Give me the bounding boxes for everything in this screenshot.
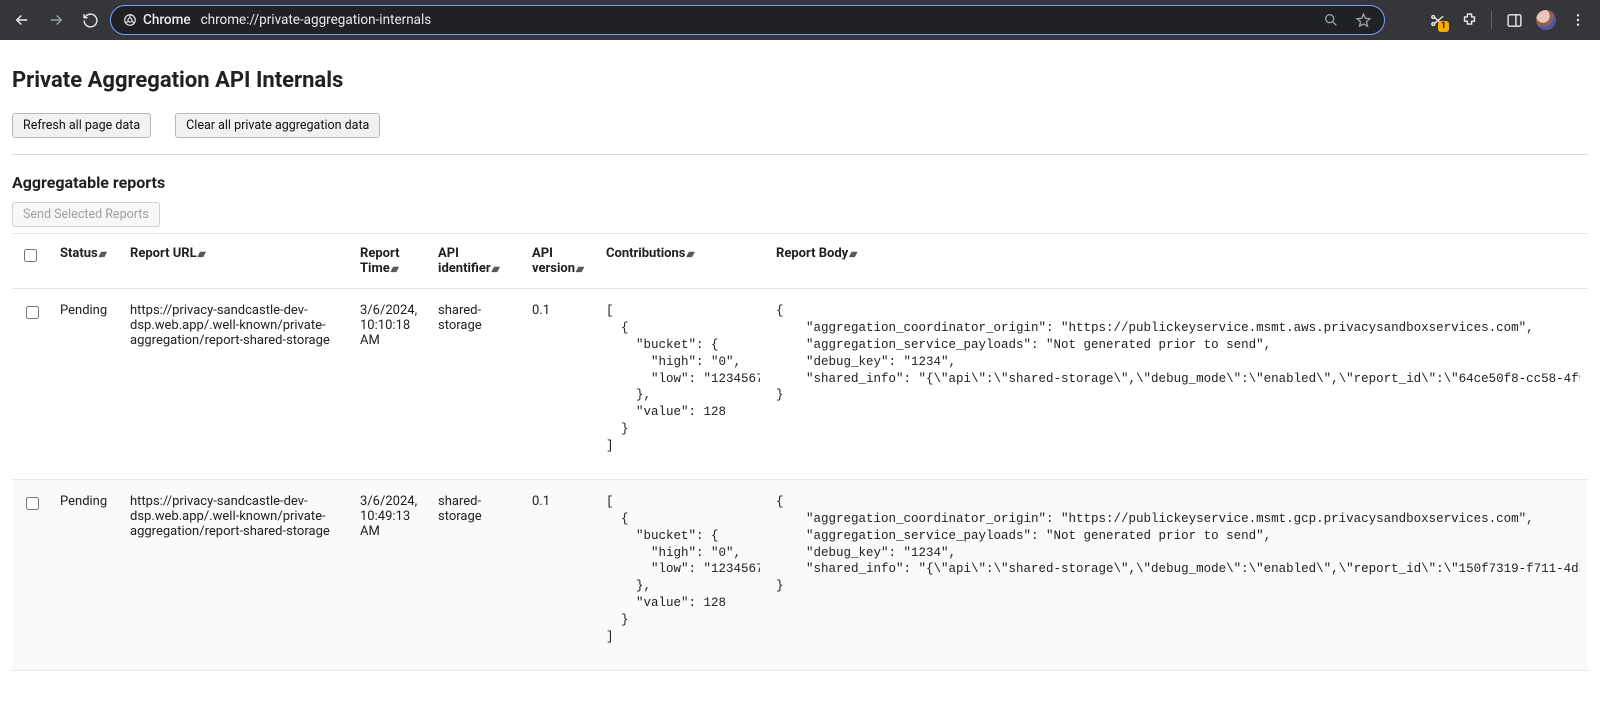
sort-icon: ▴▾ — [849, 249, 855, 260]
header-status-label: Status — [60, 246, 98, 261]
sort-icon: ▴▾ — [198, 249, 204, 260]
header-contributions[interactable]: Contributions▴▾ — [598, 234, 768, 289]
browser-right-actions: 1 — [1423, 6, 1592, 34]
header-report-time[interactable]: Report Time▴▾ — [352, 234, 430, 289]
main-toolbar: Refresh all page data Clear all private … — [12, 113, 1588, 138]
arrow-right-icon — [47, 11, 65, 29]
site-chip-label: Chrome — [143, 12, 191, 28]
header-report-body-label: Report Body — [776, 246, 848, 261]
sort-icon: ▴▾ — [576, 264, 582, 275]
arrow-left-icon — [13, 11, 31, 29]
address-bar[interactable]: Chrome chrome://private-aggregation-inte… — [110, 5, 1385, 35]
back-button[interactable] — [8, 6, 36, 34]
cell-status: Pending — [52, 289, 122, 480]
address-url: chrome://private-aggregation-internals — [201, 12, 432, 28]
table-header-row: Status▴▾ Report URL▴▾ Report Time▴▾ API … — [12, 234, 1588, 289]
cell-api-version: 0.1 — [524, 479, 598, 670]
cell-report-url: https://privacy-sandcastle-dev-dsp.web.a… — [122, 479, 352, 670]
chrome-icon — [123, 13, 137, 27]
table-row: Pending https://privacy-sandcastle-dev-d… — [12, 479, 1588, 670]
zoom-icon[interactable] — [1323, 12, 1339, 28]
avatar-icon — [1536, 10, 1556, 30]
cell-status: Pending — [52, 479, 122, 670]
sort-icon: ▴▾ — [391, 264, 397, 275]
header-select-all — [12, 234, 52, 289]
reload-icon — [82, 12, 99, 29]
header-api-identifier-label: API identifier — [438, 246, 491, 276]
cell-report-body: { "aggregation_coordinator_origin": "htt… — [776, 494, 1580, 595]
sort-icon: ▴▾ — [492, 264, 498, 275]
sort-icon: ▴▾ — [99, 249, 105, 260]
side-panel-icon[interactable] — [1500, 6, 1528, 34]
row-checkbox[interactable] — [26, 497, 39, 510]
cell-api-identifier: shared-storage — [430, 479, 524, 670]
header-contributions-label: Contributions — [606, 246, 685, 261]
divider — [12, 154, 1588, 155]
refresh-button[interactable]: Refresh all page data — [12, 113, 151, 138]
page-content: Private Aggregation API Internals Refres… — [0, 40, 1600, 701]
cell-report-url: https://privacy-sandcastle-dev-dsp.web.a… — [122, 289, 352, 480]
forward-button[interactable] — [42, 6, 70, 34]
page-title: Private Aggregation API Internals — [12, 68, 1588, 93]
send-selected-button[interactable]: Send Selected Reports — [12, 202, 160, 227]
site-chip: Chrome — [123, 12, 191, 28]
reload-button[interactable] — [76, 6, 104, 34]
header-status[interactable]: Status▴▾ — [52, 234, 122, 289]
section-toolbar: Send Selected Reports — [12, 202, 1588, 227]
kebab-menu-icon — [1570, 12, 1586, 28]
cell-report-body: { "aggregation_coordinator_origin": "htt… — [776, 303, 1580, 404]
cell-api-version: 0.1 — [524, 289, 598, 480]
sort-icon: ▴▾ — [686, 249, 692, 260]
cell-report-time: 3/6/2024, 10:49:13 AM — [352, 479, 430, 670]
header-report-url[interactable]: Report URL▴▾ — [122, 234, 352, 289]
profile-avatar[interactable] — [1532, 6, 1560, 34]
table-row: Pending https://privacy-sandcastle-dev-d… — [12, 289, 1588, 480]
browser-toolbar: Chrome chrome://private-aggregation-inte… — [0, 0, 1600, 40]
section-title: Aggregatable reports — [12, 173, 1588, 192]
toolbar-divider — [1491, 11, 1492, 29]
header-api-version-label: API version — [532, 246, 575, 276]
clear-data-button[interactable]: Clear all private aggregation data — [175, 113, 380, 138]
header-api-identifier[interactable]: API identifier▴▾ — [430, 234, 524, 289]
bookmark-star-icon[interactable] — [1355, 12, 1372, 29]
header-report-body[interactable]: Report Body▴▾ — [768, 234, 1588, 289]
select-all-checkbox[interactable] — [24, 249, 37, 262]
cell-api-identifier: shared-storage — [430, 289, 524, 480]
header-api-version[interactable]: API version▴▾ — [524, 234, 598, 289]
browser-menu-button[interactable] — [1564, 6, 1592, 34]
row-checkbox[interactable] — [26, 306, 39, 319]
reports-table: Status▴▾ Report URL▴▾ Report Time▴▾ API … — [12, 233, 1588, 671]
extension-scissors-icon[interactable]: 1 — [1423, 6, 1451, 34]
header-report-url-label: Report URL — [130, 246, 197, 261]
extension-badge: 1 — [1438, 21, 1449, 32]
cell-contributions: [ { "bucket": { "high": "0", "low": "123… — [606, 303, 760, 455]
extensions-icon[interactable] — [1455, 6, 1483, 34]
cell-report-time: 3/6/2024, 10:10:18 AM — [352, 289, 430, 480]
